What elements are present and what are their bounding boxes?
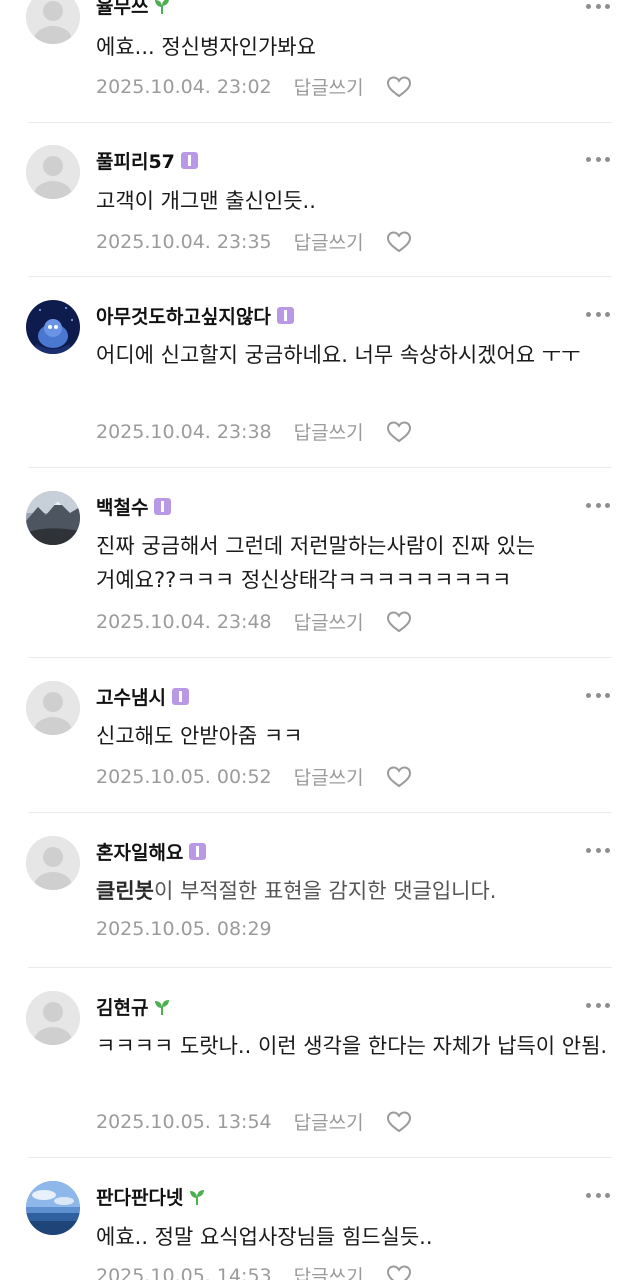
nickname-text[interactable]: 판다판다넷 [96,1183,183,1210]
comment-meta: 2025.10.05. 13:54 답글쓰기 [96,1108,412,1135]
comment-date: 2025.10.05. 13:54 [96,1110,272,1133]
heart-outline-icon[interactable] [386,1110,412,1134]
heart-outline-icon[interactable] [386,420,412,444]
reply-button[interactable]: 답글쓰기 [294,1262,364,1280]
more-options-button[interactable] [586,848,610,856]
heart-outline-icon[interactable] [386,765,412,789]
more-options-button[interactable] [586,503,610,511]
sprout-badge-icon [190,1189,205,1205]
comment-text: 어디에 신고할지 궁금하네요. 너무 속상하시겠어요 ㅜㅜ [96,343,581,367]
nickname-text[interactable]: 풀피리57 [96,147,175,174]
comment-date: 2025.10.05. 14:53 [96,1264,272,1280]
heart-outline-icon[interactable] [386,75,412,99]
level-badge-icon [171,688,189,705]
default-avatar-icon [26,681,80,735]
level-badge-icon [154,498,172,515]
more-options-button[interactable] [586,1193,610,1201]
nickname-text[interactable]: 김현규 [96,993,148,1020]
level-badge-icon [276,307,294,324]
comment-meta: 2025.10.05. 00:52 답글쓰기 [96,763,412,790]
level-badge-icon [180,152,198,169]
sprout-badge-icon [155,0,170,14]
comment-text: ㅋㅋㅋㅋ 도랏나.. 이런 생각을 한다는 자체가 납득이 안됨. [96,1034,608,1058]
heart-outline-icon[interactable] [386,230,412,254]
nickname-text[interactable]: 율무쓰 [96,0,148,19]
comment-text: 에효.. 정말 요식업사장님들 힘드실듯.. [96,1225,433,1249]
heart-outline-icon[interactable] [386,610,412,634]
nickname[interactable]: 율무쓰 [96,0,171,19]
blue-character-avatar [26,300,80,354]
nickname-text[interactable]: 백철수 [96,493,148,520]
comment-list: 율무쓰 에효... 정신병자인가봐요 2025.10.04. 23:02 답글쓰… [0,0,640,1280]
reply-button[interactable]: 답글쓰기 [294,608,364,635]
mountain-photo-avatar [26,491,80,545]
reply-button[interactable]: 답글쓰기 [294,73,364,100]
cleanbot-label: 클린봇 [96,879,154,903]
sprout-badge-icon [155,999,170,1015]
more-options-button[interactable] [586,1003,610,1011]
divider [28,276,612,277]
avatar[interactable] [26,491,80,545]
avatar[interactable] [26,1181,80,1235]
comment-text: 클린봇이 부적절한 표현을 감지한 댓글입니다. [96,879,497,903]
divider [28,657,612,658]
nickname[interactable]: 아무것도하고싶지않다 [96,302,294,329]
more-options-button[interactable] [586,4,610,12]
divider [28,967,612,968]
reply-button[interactable]: 답글쓰기 [294,228,364,255]
divider [28,812,612,813]
nickname-text[interactable]: 아무것도하고싶지않다 [96,302,271,329]
comment-text: 신고해도 안받아줌 ㅋㅋ [96,724,303,748]
nickname[interactable]: 혼자일해요 [96,838,207,865]
reply-button[interactable]: 답글쓰기 [294,763,364,790]
comment-date: 2025.10.04. 23:48 [96,610,272,633]
comment-date: 2025.10.04. 23:02 [96,75,272,98]
comment-date: 2025.10.04. 23:35 [96,230,272,253]
nickname[interactable]: 백철수 [96,493,172,520]
default-avatar-icon [26,836,80,890]
comment-date: 2025.10.05. 00:52 [96,765,272,788]
avatar[interactable] [26,991,80,1045]
comment-text: 진짜 궁금해서 그런데 저런말하는사람이 진짜 있는 거예요??ㅋㅋㅋ 정신상태… [96,534,536,592]
reply-button[interactable]: 답글쓰기 [294,418,364,445]
comment-date: 2025.10.04. 23:38 [96,420,272,443]
comment-date: 2025.10.05. 08:29 [96,918,272,940]
more-options-button[interactable] [586,693,610,701]
more-options-button[interactable] [586,312,610,320]
divider [28,122,612,123]
comment-meta: 2025.10.05. 14:53 답글쓰기 [96,1262,412,1280]
sky-photo-avatar [26,1181,80,1235]
level-badge-icon [189,843,207,860]
comment-meta: 2025.10.04. 23:02 답글쓰기 [96,73,412,100]
more-options-button[interactable] [586,157,610,165]
avatar[interactable] [26,0,80,44]
nickname[interactable]: 김현규 [96,993,171,1020]
nickname[interactable]: 풀피리57 [96,147,198,174]
avatar[interactable] [26,681,80,735]
divider [28,1157,612,1158]
comment-meta: 2025.10.05. 08:29 [96,918,272,940]
divider [28,467,612,468]
default-avatar-icon [26,0,80,44]
default-avatar-icon [26,145,80,199]
heart-outline-icon[interactable] [386,1264,412,1280]
comment-text: 고객이 개그맨 출신인듯.. [96,189,316,213]
avatar[interactable] [26,836,80,890]
comment-meta: 2025.10.04. 23:35 답글쓰기 [96,228,412,255]
comment-meta: 2025.10.04. 23:48 답글쓰기 [96,608,412,635]
nickname[interactable]: 판다판다넷 [96,1183,206,1210]
default-avatar-icon [26,991,80,1045]
avatar[interactable] [26,145,80,199]
avatar[interactable] [26,300,80,354]
comment-text: 에효... 정신병자인가봐요 [96,35,316,59]
reply-button[interactable]: 답글쓰기 [294,1108,364,1135]
comment-meta: 2025.10.04. 23:38 답글쓰기 [96,418,412,445]
nickname[interactable]: 고수냄시 [96,683,189,710]
nickname-text[interactable]: 고수냄시 [96,683,166,710]
nickname-text[interactable]: 혼자일해요 [96,838,183,865]
